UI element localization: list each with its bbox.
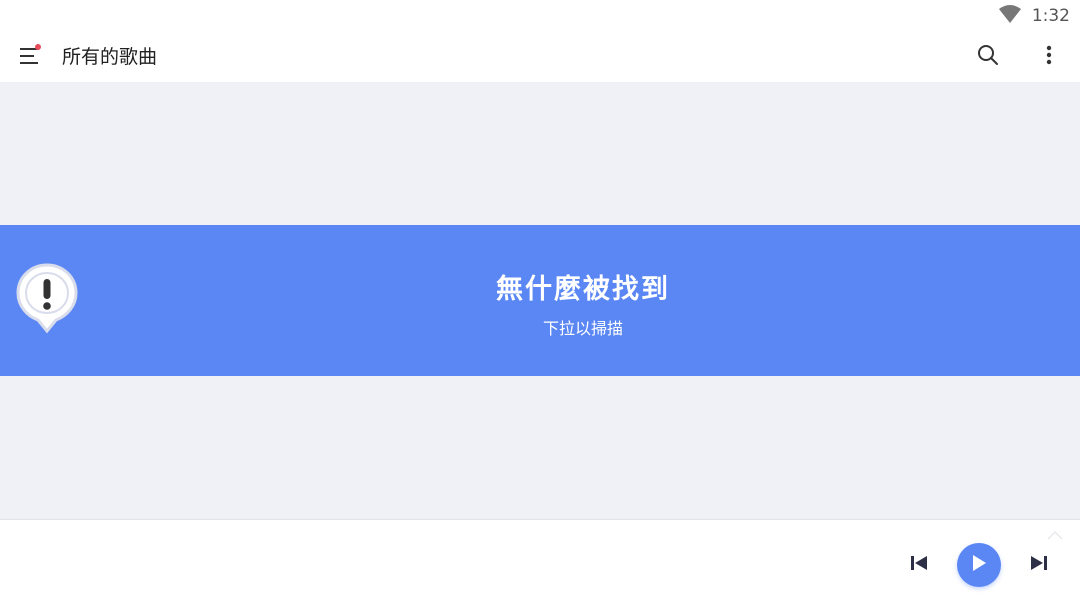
page-title: 所有的歌曲 bbox=[62, 46, 158, 68]
empty-state-banner: 無什麼被找到 下拉以掃描 bbox=[0, 225, 1080, 376]
menu-button[interactable] bbox=[12, 38, 50, 76]
search-icon bbox=[977, 44, 999, 70]
previous-button[interactable] bbox=[900, 546, 938, 584]
menu-icon bbox=[19, 44, 43, 70]
more-options-button[interactable] bbox=[1029, 37, 1069, 77]
next-button[interactable] bbox=[1020, 546, 1058, 584]
skip-next-icon bbox=[1029, 554, 1049, 576]
app-bar: 所有的歌曲 bbox=[0, 32, 1080, 83]
status-bar: 1:32 bbox=[0, 0, 1080, 32]
play-button[interactable] bbox=[957, 543, 1001, 587]
empty-state-subtitle: 下拉以掃描 bbox=[542, 319, 623, 338]
skip-previous-icon bbox=[909, 554, 929, 576]
empty-state-title: 無什麼被找到 bbox=[496, 274, 670, 305]
clock: 1:32 bbox=[1031, 6, 1070, 26]
notification-dot bbox=[35, 44, 41, 50]
search-button[interactable] bbox=[968, 37, 1008, 77]
expand-caret-icon[interactable] bbox=[1046, 526, 1064, 540]
more-vert-icon bbox=[1046, 45, 1052, 69]
play-icon bbox=[970, 553, 988, 577]
mini-player[interactable] bbox=[0, 519, 1080, 609]
wifi-icon bbox=[998, 4, 1022, 29]
song-list-area[interactable]: 無什麼被找到 下拉以掃描 bbox=[0, 82, 1080, 519]
status-right: 1:32 bbox=[998, 4, 1070, 28]
